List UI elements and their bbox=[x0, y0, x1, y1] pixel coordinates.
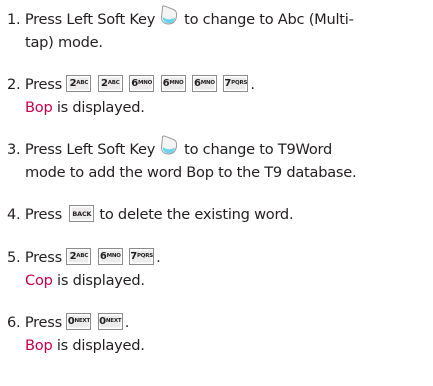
step-number: 6. bbox=[7, 314, 21, 331]
key-2-abc: 2ABC bbox=[66, 74, 92, 92]
step-text-line2: tap) mode. bbox=[25, 33, 103, 51]
key-6-mno: 6MNO bbox=[129, 74, 155, 92]
key-7-pqrs: 7PQRS bbox=[129, 247, 155, 265]
key-6-mno: 6MNO bbox=[97, 247, 123, 265]
step-number: 1. bbox=[7, 11, 21, 28]
step-text-continued: to change to T9Word bbox=[184, 141, 333, 158]
period: . bbox=[250, 76, 255, 93]
step-text: Press Left Soft Key bbox=[24, 11, 156, 28]
key-2-abc: 2ABC bbox=[97, 74, 123, 92]
step-text-continued: to change to Abc (Multi- bbox=[184, 11, 354, 28]
step-number: 2. bbox=[7, 76, 21, 93]
step-text-line2: mode to add the word Bop to the T9 datab… bbox=[25, 163, 357, 181]
left-soft-key-icon bbox=[161, 5, 178, 25]
key-6-mno: 6MNO bbox=[191, 74, 217, 92]
step-1: 1. Press Left Soft Key to change to Abc (… bbox=[7, 5, 354, 54]
result-text: is displayed. bbox=[57, 271, 145, 289]
result-text: is displayed. bbox=[56, 336, 145, 354]
key-6-mno: 6MNO bbox=[160, 74, 186, 92]
step-number: 4. bbox=[7, 206, 21, 223]
step-text: Press bbox=[24, 314, 62, 331]
key-0-next: 0NEXT bbox=[66, 312, 92, 330]
step-text-continued: to delete the existing word. bbox=[99, 206, 294, 223]
step-text: Press Left Soft Key bbox=[24, 141, 156, 158]
key-2-abc: 2ABC bbox=[66, 247, 92, 265]
step-6: 6. Press 0NEXT 0NEXT. Bop is displayed. bbox=[7, 312, 145, 357]
step-2: 2. Press 2ABC 2ABC 6MNO 6MNO 6MNO 7PQRS.… bbox=[7, 74, 255, 119]
key-0-next: 0NEXT bbox=[97, 312, 123, 330]
period: . bbox=[156, 249, 161, 266]
result-word: Cop bbox=[25, 271, 53, 289]
step-4: 4. Press BACK to delete the existing word… bbox=[7, 204, 294, 227]
result-word: Bop bbox=[25, 336, 53, 354]
instruction-page: 1. Press Left Soft Key to change to Abc (… bbox=[0, 0, 433, 386]
left-soft-key-icon bbox=[161, 135, 178, 155]
step-number: 3. bbox=[7, 141, 21, 158]
step-3: 3. Press Left Soft Key to change to T9Wor… bbox=[7, 135, 357, 184]
result-word: Bop bbox=[25, 98, 53, 116]
key-back: BACK bbox=[69, 204, 95, 222]
step-text: Press bbox=[24, 206, 62, 223]
step-text: Press bbox=[24, 249, 62, 266]
step-5: 5. Press 2ABC 6MNO 7PQRS. Cop is display… bbox=[7, 247, 161, 292]
step-number: 5. bbox=[7, 249, 21, 266]
period: . bbox=[124, 314, 130, 331]
key-7-pqrs: 7PQRS bbox=[223, 74, 249, 92]
step-text: Press bbox=[24, 76, 62, 93]
result-text: is displayed. bbox=[56, 98, 145, 116]
